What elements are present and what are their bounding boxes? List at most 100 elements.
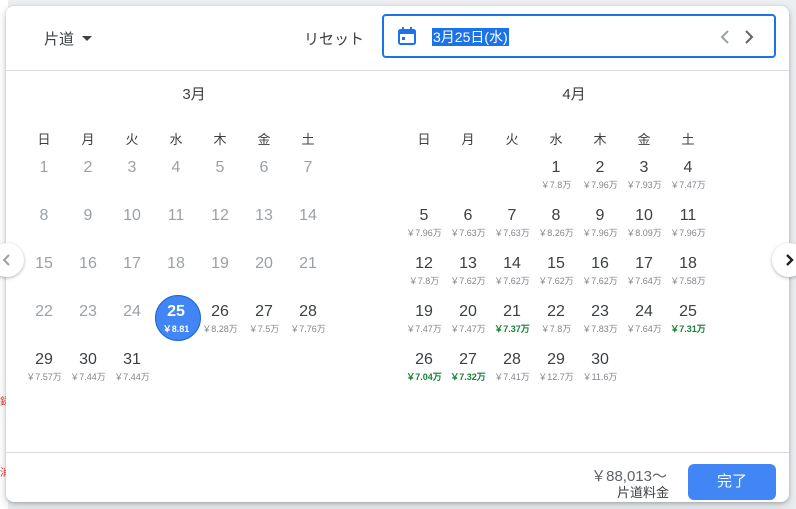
selected-date-text[interactable]: 3月25日(水) [432,28,509,46]
day-cell[interactable]: 1 ￥7.8万 [534,155,578,203]
day-number: 5 [215,159,225,176]
day-number: 20 [255,255,273,272]
day-price: ￥7.83万 [582,324,618,334]
day-number: 29 [547,351,565,368]
day-cell[interactable]: 26 ￥7.04万 [402,347,446,395]
day-cell[interactable]: 7 ￥7.63万 [490,203,534,251]
day-number: 16 [79,255,97,272]
day-number: 15 [35,255,53,272]
day-cell: 15 [22,251,66,299]
day-price: ￥7.93万 [626,180,662,190]
day-number: 3 [639,159,649,176]
day-number: 15 [547,255,565,272]
weekday-label: 木 [593,132,607,147]
day-number: 27 [459,351,477,368]
day-cell[interactable]: 27 ￥7.32万 [446,347,490,395]
day-number: 2 [595,159,605,176]
day-cell[interactable]: 27 ￥7.5万 [242,299,286,347]
day-number: 21 [503,303,521,320]
day-number: 21 [299,255,317,272]
day-cell: 2 [66,155,110,203]
day-cell[interactable]: 28 ￥7.41万 [490,347,534,395]
calendar-month-march: 3月 日 月 火 水 木 金 土 1 2 3 4 5 6 7 8 9 10 11 12 13 14 15 16… [22,71,366,395]
day-cell-selected[interactable]: 25 ￥8.81 [154,295,201,347]
empty-day-cell [490,155,534,203]
date-picker-footer: ￥88,013～ 片道料金 完了 [6,452,789,502]
day-price: ￥7.76万 [290,324,326,334]
previous-date-icon[interactable] [718,28,732,46]
day-number: 2 [83,159,93,176]
weekday-label: 金 [257,132,271,147]
day-cell[interactable]: 5 ￥7.96万 [402,203,446,251]
day-price: ￥7.62万 [538,276,574,286]
day-price: ￥7.64万 [626,276,662,286]
day-cell[interactable]: 16 ￥7.62万 [578,251,622,299]
next-date-icon[interactable] [742,28,756,46]
day-cell[interactable]: 9 ￥7.96万 [578,203,622,251]
day-number: 7 [507,207,517,224]
chevron-left-icon [2,254,10,266]
day-cell[interactable]: 3 ￥7.93万 [622,155,666,203]
day-number: 1 [39,159,49,176]
day-cell[interactable]: 15 ￥7.62万 [534,251,578,299]
reset-button[interactable]: リセット [304,26,364,51]
day-price: ￥7.96万 [406,228,442,238]
day-cell[interactable]: 6 ￥7.63万 [446,203,490,251]
day-cell: 5 [198,155,242,203]
day-cell[interactable]: 22 ￥7.8万 [534,299,578,347]
day-number: 4 [171,159,181,176]
day-cell[interactable]: 31 ￥7.44万 [110,347,154,395]
total-price-label: 片道料金 [616,485,669,500]
day-cell[interactable]: 30 ￥11.6万 [578,347,622,395]
day-price: ￥7.62万 [494,276,530,286]
calendar-icon [398,27,416,45]
day-number: 22 [35,303,53,320]
weekday-label: 月 [461,132,475,147]
day-number: 18 [679,255,697,272]
day-number: 29 [35,351,53,368]
day-cell[interactable]: 30 ￥7.44万 [66,347,110,395]
calendar-month-april: 4月 日 月 火 水 木 金 土 1 ￥7.8万 2 ￥7.96万 3 ￥7.93万 4 ￥7… [402,71,746,395]
empty-day-cell [446,155,490,203]
day-cell: 21 [286,251,330,299]
trip-type-dropdown[interactable]: 片道 [44,28,93,49]
day-cell[interactable]: 18 ￥7.58万 [666,251,710,299]
day-cell[interactable]: 17 ￥7.64万 [622,251,666,299]
day-number: 8 [551,207,561,224]
day-cell[interactable]: 2 ￥7.96万 [578,155,622,203]
day-price: ￥7.8万 [408,276,440,286]
trip-type-label: 片道 [44,31,75,48]
day-number: 14 [299,207,317,224]
day-cell[interactable]: 25 ￥7.31万 [666,299,710,347]
weekday-label: 水 [169,132,183,147]
day-price: ￥8.28万 [202,324,238,334]
month-title: 4月 [562,86,586,103]
day-number: 24 [123,303,141,320]
day-cell[interactable]: 13 ￥7.62万 [446,251,490,299]
day-cell[interactable]: 29 ￥12.7万 [534,347,578,395]
day-cell[interactable]: 23 ￥7.83万 [578,299,622,347]
day-cell[interactable]: 19 ￥7.47万 [402,299,446,347]
day-cell[interactable]: 8 ￥8.26万 [534,203,578,251]
day-cell[interactable]: 21 ￥7.37万 [490,299,534,347]
done-button[interactable]: 完了 [688,464,776,500]
day-cell[interactable]: 10 ￥8.09万 [622,203,666,251]
day-cell[interactable]: 20 ￥7.47万 [446,299,490,347]
day-price: ￥7.96万 [670,228,706,238]
day-price: ￥8.26万 [538,228,574,238]
departure-date-field[interactable]: 3月25日(水) [382,14,776,58]
day-cell[interactable]: 24 ￥7.64万 [622,299,666,347]
day-cell[interactable]: 11 ￥7.96万 [666,203,710,251]
weekday-label: 木 [213,132,227,147]
day-price-lowest: ￥7.04万 [406,372,442,382]
day-cell[interactable]: 26 ￥8.28万 [198,299,242,347]
day-number: 20 [459,303,477,320]
day-price: ￥7.62万 [582,276,618,286]
day-cell[interactable]: 28 ￥7.76万 [286,299,330,347]
day-cell[interactable]: 29 ￥7.57万 [22,347,66,395]
day-cell[interactable]: 4 ￥7.47万 [666,155,710,203]
day-grid: 1 2 3 4 5 6 7 8 9 10 11 12 13 14 15 16 17 18 19 20 21 22 23 24 2… [22,155,366,395]
day-cell[interactable]: 14 ￥7.62万 [490,251,534,299]
weekday-label: 土 [681,132,695,147]
day-cell[interactable]: 12 ￥7.8万 [402,251,446,299]
